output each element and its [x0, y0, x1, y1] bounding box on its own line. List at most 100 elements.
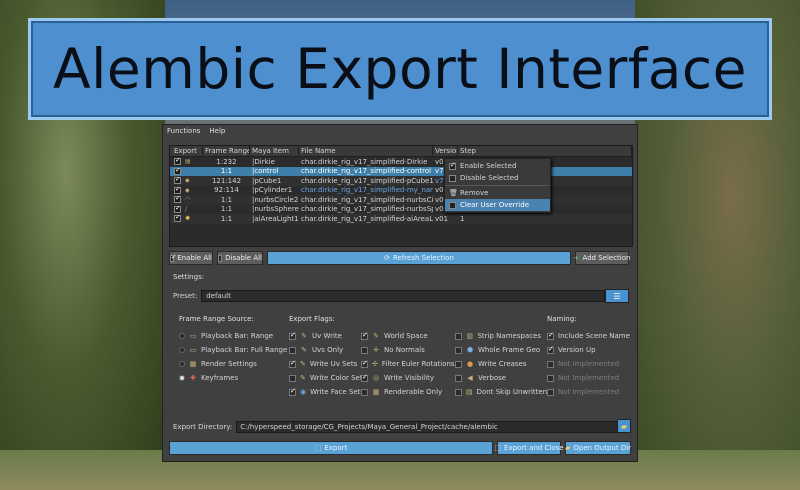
preset-menu-button[interactable]: ☰: [605, 289, 629, 303]
menu-item-label: Clear User Override: [460, 201, 529, 209]
header-step[interactable]: Step: [458, 146, 632, 156]
radio-button[interactable]: [179, 361, 185, 367]
frame-range-option[interactable]: ▦ Render Settings: [179, 357, 287, 371]
table-header: Export Frame Range Maya Item File Name V…: [170, 146, 632, 157]
checkbox[interactable]: [361, 346, 368, 354]
menu-item-enable-selected[interactable]: Enable Selected: [445, 160, 550, 172]
flag-label: No Normals: [384, 346, 425, 354]
naming-option[interactable]: Version Up: [547, 343, 630, 357]
euler-rotation-icon: ✢: [372, 360, 378, 368]
flag-option[interactable]: ● Write Creases: [455, 357, 541, 371]
checkbox[interactable]: [289, 387, 296, 396]
radio-button[interactable]: [179, 347, 185, 353]
flag-option[interactable]: ◎ Write Visibility: [361, 371, 443, 385]
checkbox[interactable]: [455, 360, 462, 368]
preset-select[interactable]: default: [201, 290, 606, 302]
menu-help[interactable]: Help: [209, 127, 225, 136]
mesh-icon: ◆: [185, 186, 190, 194]
naming-group: Naming: Include Scene Name Version Up No…: [547, 315, 630, 399]
header-maya-item[interactable]: Maya Item: [250, 146, 299, 156]
export-checkbox[interactable]: [174, 167, 181, 175]
add-selection-button[interactable]: + Add Selection: [574, 251, 630, 265]
flag-option[interactable]: ✎ Write Color Sets: [289, 371, 366, 385]
checkbox[interactable]: [455, 388, 462, 396]
export-checkbox[interactable]: [174, 215, 181, 223]
checkbox[interactable]: [547, 331, 554, 340]
flag-option[interactable]: ▦ Renderable Only: [361, 385, 443, 399]
cell-file-name: char.dirkie_rig_v17_simplified-control: [301, 167, 432, 176]
table-row[interactable]: ✺ 1:1 |aiAreaLight1 char.dirkie_rig_v17_…: [170, 214, 632, 224]
export-button[interactable]: ⬚ Export: [169, 441, 493, 455]
radio-button-selected[interactable]: [179, 375, 185, 381]
checkbox[interactable]: [455, 374, 462, 382]
browse-folder-button[interactable]: ▰: [617, 419, 631, 433]
table-row[interactable]: ◆ 92:114 |pCylinder1 char.dirkie_rig_v17…: [170, 186, 632, 196]
table-row[interactable]: ◆ 121:142 |pCube1 char.dirkie_rig_v17_si…: [170, 176, 632, 186]
flag-option[interactable]: ✎Write Uv Sets: [289, 357, 357, 371]
menu-functions[interactable]: Functions: [167, 127, 200, 136]
checkbox[interactable]: [547, 345, 554, 354]
radio-button[interactable]: [179, 333, 185, 339]
checkbox[interactable]: [289, 359, 296, 368]
flag-option[interactable]: ⬢ Whole Frame Geo: [455, 343, 541, 357]
refresh-selection-button[interactable]: ⟳ Refresh Selection: [267, 251, 571, 265]
export-checkbox[interactable]: [174, 177, 181, 185]
transform-icon: ▤: [185, 158, 191, 166]
header-frame-range[interactable]: Frame Range: [203, 146, 250, 156]
table-row[interactable]: ▤ 1:232 |Dirkie char.dirkie_rig_v17_simp…: [170, 157, 632, 167]
renderable-icon: ▦: [372, 388, 380, 396]
checkbox[interactable]: [361, 359, 368, 368]
uv-sets-icon: ✎: [300, 360, 306, 368]
uv-icon: ✎: [301, 346, 307, 354]
export-checkbox[interactable]: [174, 158, 181, 166]
flag-option[interactable]: ◀ Verbose: [455, 371, 541, 385]
checkbox[interactable]: [361, 388, 368, 396]
enable-all-button[interactable]: Enable All: [169, 251, 213, 265]
export-checkbox[interactable]: [174, 205, 181, 213]
face-sets-icon: ◉: [300, 388, 307, 396]
header-export[interactable]: Export: [170, 146, 203, 156]
menu-item-clear-user-override[interactable]: Clear User Override: [445, 199, 550, 211]
cell-file-name: char.dirkie_rig_v17_simplified-nurbsCirc…: [301, 195, 433, 204]
flag-option[interactable]: ▤ Dont Skip Unwritten: [455, 385, 547, 399]
checkbox[interactable]: [361, 331, 368, 340]
checkbox[interactable]: [289, 331, 296, 340]
frame-range-option[interactable]: ▭ Playback Bar: Range: [179, 329, 287, 343]
checkbox[interactable]: [289, 346, 296, 354]
table-row[interactable]: ◠ 1:1 |nurbsCircle2 char.dirkie_rig_v17_…: [170, 195, 632, 205]
flag-label: World Space: [384, 332, 428, 340]
cell-maya-item: |nurbsSphere1: [252, 205, 299, 214]
flag-option[interactable]: ✎ World Space: [361, 329, 443, 343]
checkbox[interactable]: [361, 373, 368, 382]
flag-label: Write Visibility: [384, 374, 435, 382]
cell-frame-range: 92:114: [214, 186, 239, 195]
checkbox[interactable]: [289, 374, 296, 382]
header-file-name[interactable]: File Name: [299, 146, 433, 156]
flag-option[interactable]: ✎ Uvs Only: [289, 343, 349, 357]
table-row[interactable]: 1:1 |control char.dirkie_rig_v17_simplif…: [170, 166, 632, 176]
flag-option[interactable]: ✎ Uv Write: [289, 329, 349, 343]
naming-option[interactable]: Include Scene Name: [547, 329, 630, 343]
export-directory-input[interactable]: C:/hyperspeed_storage/CG_Projects/Maya_G…: [236, 421, 627, 433]
normals-icon: ✛: [373, 346, 379, 354]
export-checkbox[interactable]: [174, 186, 181, 194]
menu-item-disable-selected[interactable]: Disable Selected: [445, 172, 550, 184]
naming-option: Not Implemented: [547, 385, 630, 399]
menu-item-remove[interactable]: 🗑 Remove: [445, 187, 550, 199]
header-version[interactable]: Version: [433, 146, 458, 156]
frame-range-option[interactable]: ✚ Keyframes: [179, 371, 287, 385]
open-output-dir-button[interactable]: ▰ Open Output Dir: [565, 441, 631, 455]
export-checkbox[interactable]: [174, 196, 181, 204]
table-row[interactable]: / 1:1 |nurbsSphere1 char.dirkie_rig_v17_…: [170, 205, 632, 215]
check-icon: [449, 161, 456, 170]
checkbox[interactable]: [455, 332, 462, 340]
flag-option[interactable]: ✢Filter Euler Rotations: [361, 357, 455, 371]
flag-option[interactable]: ✛ No Normals: [361, 343, 443, 357]
checkbox[interactable]: [455, 346, 462, 354]
frame-range-option[interactable]: ▭ Playback Bar: Full Range: [179, 343, 287, 357]
flag-option[interactable]: ◉Write Face Sets: [289, 385, 364, 399]
geo-icon: ⬢: [466, 346, 474, 354]
flag-option[interactable]: ▥ Strip Namespaces: [455, 329, 541, 343]
export-and-close-button[interactable]: ⬚ Export and Close: [494, 441, 564, 455]
disable-all-button[interactable]: Disable All: [217, 251, 263, 265]
